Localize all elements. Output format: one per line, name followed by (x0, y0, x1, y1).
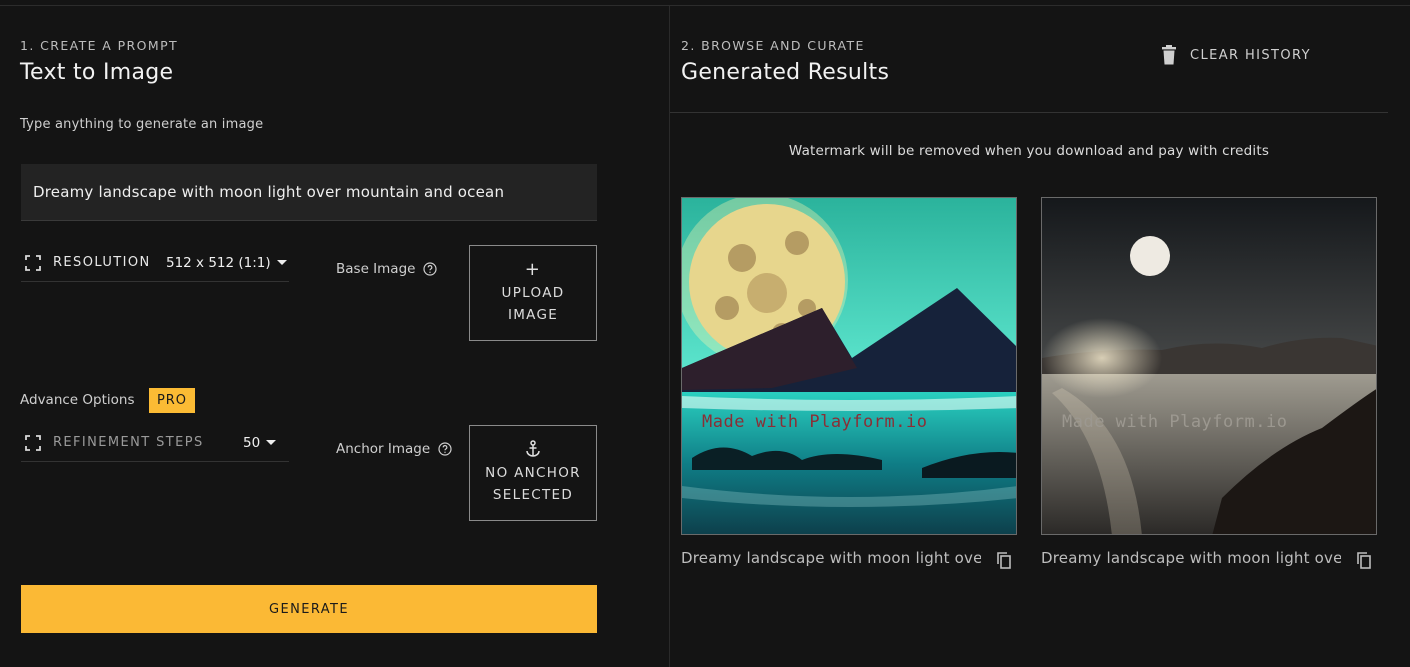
panel-divider (669, 6, 670, 667)
expand-corners-icon (25, 254, 41, 271)
anchor-image-label: Anchor Image (336, 441, 431, 457)
resolution-select[interactable]: RESOLUTION 512 x 512 (1:1) (21, 244, 289, 282)
text-to-image-title: Text to Image (20, 60, 174, 85)
result-caption: Dreamy landscape with moon light ove... (681, 549, 981, 567)
results-header-divider (670, 112, 1388, 113)
result-watermark: Made with Playform.io (1062, 412, 1288, 432)
result-card[interactable]: Made with Playform.io Dreamy landscape w… (1041, 197, 1377, 569)
upload-line-1: UPLOAD (501, 285, 565, 301)
result-watermark: Made with Playform.io (702, 412, 928, 432)
result-image[interactable]: Made with Playform.io (1041, 197, 1377, 535)
result-card[interactable]: Made with Playform.io Dreamy landscape w… (681, 197, 1017, 569)
caret-down-icon (266, 440, 277, 445)
watermark-note: Watermark will be removed when you downl… (788, 143, 1270, 159)
prompt-input[interactable]: Dreamy landscape with moon light over mo… (21, 164, 597, 221)
refinement-steps-label: REFINEMENT STEPS (53, 435, 204, 450)
copy-icon[interactable] (995, 551, 1013, 569)
top-border (0, 0, 1410, 6)
refinement-steps-value-wrap: 50 (243, 434, 277, 451)
help-circle-icon[interactable] (438, 442, 452, 456)
clear-history-button[interactable]: CLEAR HISTORY (1160, 45, 1311, 65)
anchor-line-1: NO ANCHOR (485, 465, 581, 481)
prompt-hint: Type anything to generate an image (20, 117, 264, 132)
resolution-label: RESOLUTION (53, 255, 151, 270)
resolution-value-wrap: 512 x 512 (1:1) (166, 255, 287, 271)
anchor-icon (526, 440, 540, 457)
upload-line-2: IMAGE (507, 307, 559, 323)
expand-corners-icon (25, 434, 41, 451)
advance-options-label: Advance Options (20, 392, 135, 408)
result-caption: Dreamy landscape with moon light ove... (1041, 549, 1341, 567)
copy-icon[interactable] (1355, 551, 1373, 569)
anchor-line-2: SELECTED (492, 487, 574, 503)
base-image-label-row: Base Image (336, 261, 438, 277)
help-circle-icon[interactable] (423, 262, 438, 276)
refinement-steps-select[interactable]: REFINEMENT STEPS 50 (21, 424, 289, 462)
create-prompt-step-label: 1. CREATE A PROMPT (20, 38, 179, 53)
clear-history-label: CLEAR HISTORY (1190, 47, 1311, 63)
generated-results-title: Generated Results (681, 60, 890, 85)
generate-button[interactable]: GENERATE (21, 585, 597, 633)
anchor-image-box[interactable]: NO ANCHOR SELECTED (469, 425, 597, 521)
plus-icon: + (524, 259, 542, 280)
refinement-steps-value: 50 (243, 434, 261, 451)
result-image[interactable]: Made with Playform.io (681, 197, 1017, 535)
upload-image-button[interactable]: + UPLOAD IMAGE (469, 245, 597, 341)
result-caption-row: Dreamy landscape with moon light ove... (1041, 547, 1377, 569)
trash-icon (1162, 45, 1176, 65)
anchor-image-label-row: Anchor Image (336, 441, 452, 457)
pro-badge: PRO (149, 388, 195, 413)
caret-down-icon (276, 260, 287, 265)
base-image-label: Base Image (336, 261, 416, 277)
result-caption-row: Dreamy landscape with moon light ove... (681, 547, 1017, 569)
resolution-value: 512 x 512 (1:1) (166, 254, 271, 271)
browse-curate-step-label: 2. BROWSE AND CURATE (681, 38, 865, 53)
